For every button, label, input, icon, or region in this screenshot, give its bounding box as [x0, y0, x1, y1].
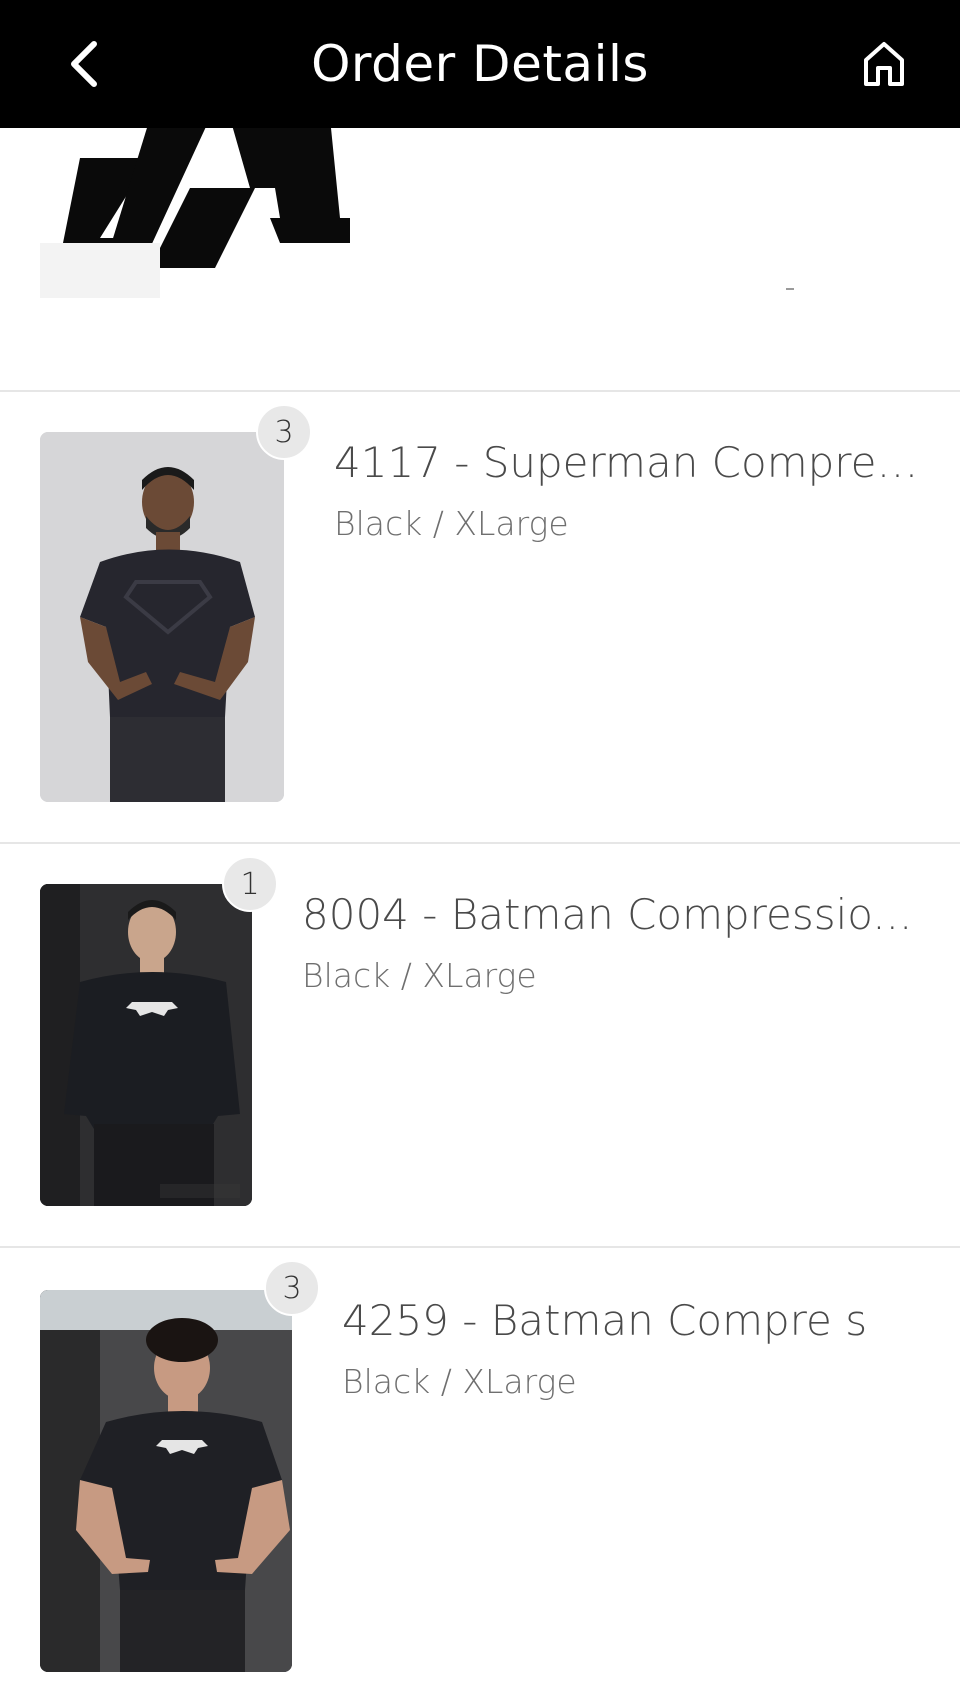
back-button[interactable] — [44, 24, 124, 104]
divider-mark — [786, 288, 794, 290]
product-name: 8004 - Batman Compressio... — [302, 890, 913, 939]
order-item[interactable]: 1 8004 - Batman Compressio... Black / XL… — [0, 844, 960, 1248]
order-item[interactable]: 3 4117 - Superman Compres... Black / XLa… — [0, 392, 960, 844]
product-image — [40, 884, 252, 1206]
home-button[interactable] — [844, 24, 924, 104]
product-name: 4259 - Batman Compre s — [342, 1296, 868, 1345]
chevron-left-icon — [71, 41, 97, 87]
product-variant: Black / XLarge — [302, 956, 537, 995]
app-header: Order Details — [0, 0, 960, 128]
product-variant: Black / XLarge — [342, 1362, 577, 1401]
quantity-badge: 1 — [222, 856, 278, 912]
order-details-screen: Order Details 3 4117 - Superman Compres.… — [0, 0, 960, 1706]
brand-logo — [40, 128, 350, 298]
quantity-badge: 3 — [256, 404, 312, 460]
order-item[interactable]: 3 4259 - Batman Compre s Black / XLarge — [0, 1248, 960, 1706]
product-variant: Black / XLarge — [334, 504, 569, 543]
product-name: 4117 - Superman Compres... — [334, 438, 930, 487]
brand-logo-area — [0, 128, 960, 392]
product-image — [40, 1290, 292, 1672]
home-icon — [864, 42, 904, 86]
product-image — [40, 432, 284, 802]
page-title: Order Details — [311, 35, 649, 93]
quantity-badge: 3 — [264, 1260, 320, 1316]
